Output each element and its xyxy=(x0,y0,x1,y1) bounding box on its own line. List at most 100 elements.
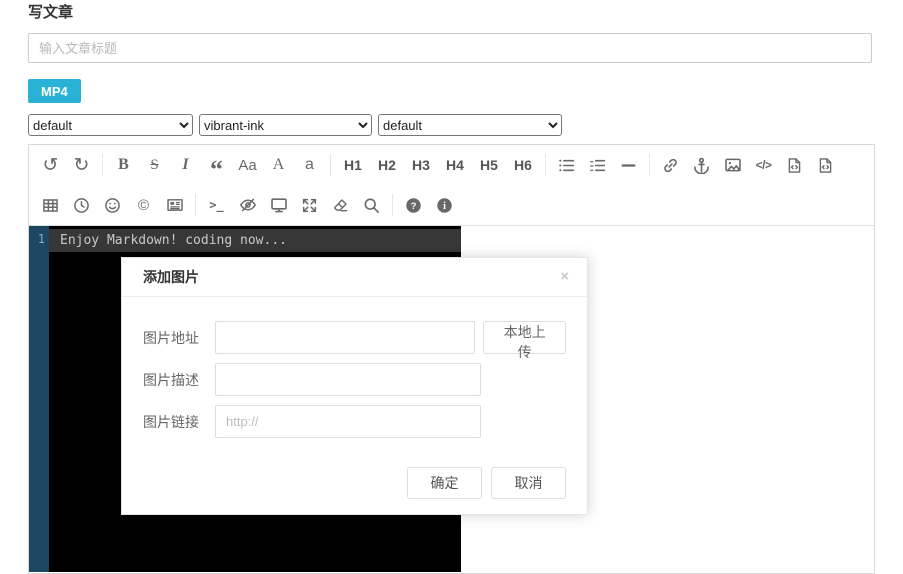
info-button[interactable]: i xyxy=(429,189,460,221)
undo-icon: ↺ xyxy=(43,156,59,175)
file-code-icon xyxy=(786,157,803,174)
image-link-row: 图片链接 xyxy=(143,405,566,438)
toolbar-row-1: ↺ ↻ B S I “ Aa A a H1 H2 H3 H4 H5 H6 xyxy=(29,145,874,185)
dialog-body: 图片地址 本地上传 图片描述 图片链接 xyxy=(122,297,587,438)
unordered-list-icon xyxy=(558,157,575,174)
ucwords-icon: Aa xyxy=(238,158,256,173)
line-number: 1 xyxy=(29,232,45,246)
preview-button[interactable] xyxy=(263,189,294,221)
h2-button[interactable]: H2 xyxy=(370,149,404,181)
code-block-button[interactable] xyxy=(810,149,841,181)
datetime-button[interactable] xyxy=(66,189,97,221)
uppercase-button[interactable]: A xyxy=(263,149,294,181)
anchor-button[interactable] xyxy=(686,149,717,181)
goto-line-button[interactable]: >_ xyxy=(201,189,232,221)
image-alt-input[interactable] xyxy=(215,363,481,396)
local-upload-button[interactable]: 本地上传 xyxy=(483,321,566,354)
help-circle-icon: ? xyxy=(405,197,422,214)
emoji-button[interactable] xyxy=(97,189,128,221)
h3-icon: H3 xyxy=(412,158,430,172)
editor-theme-select[interactable]: default xyxy=(28,114,193,136)
ordered-list-icon xyxy=(589,157,606,174)
horizontal-rule-button[interactable] xyxy=(613,149,644,181)
article-title-input[interactable] xyxy=(28,33,872,63)
h5-icon: H5 xyxy=(480,158,498,172)
fullscreen-button[interactable] xyxy=(294,189,325,221)
clock-icon xyxy=(73,197,90,214)
uppercase-icon: A xyxy=(273,157,285,173)
strikethrough-button[interactable]: S xyxy=(139,149,170,181)
help-button[interactable]: ? xyxy=(398,189,429,221)
h2-icon: H2 xyxy=(378,158,396,172)
image-url-label: 图片地址 xyxy=(143,328,215,348)
ucwords-button[interactable]: Aa xyxy=(232,149,263,181)
dialog-close-button[interactable]: × xyxy=(556,258,573,296)
preview-theme-select[interactable]: default xyxy=(378,114,562,136)
quote-button[interactable]: “ xyxy=(201,149,232,181)
toolbar-separator xyxy=(545,154,546,176)
dialog-header: 添加图片 × xyxy=(122,258,587,297)
undo-button[interactable]: ↺ xyxy=(35,149,66,181)
dialog-footer: 确定 取消 xyxy=(122,447,587,514)
add-image-dialog: 添加图片 × 图片地址 本地上传 图片描述 图片链接 确定 取消 xyxy=(121,257,588,515)
italic-button[interactable]: I xyxy=(170,149,201,181)
confirm-button[interactable]: 确定 xyxy=(407,467,482,499)
h3-button[interactable]: H3 xyxy=(404,149,438,181)
toolbar-row-2: © >_ xyxy=(29,185,874,225)
newspaper-icon xyxy=(166,196,184,214)
h1-button[interactable]: H1 xyxy=(336,149,370,181)
html-entities-button[interactable]: © xyxy=(128,189,159,221)
toolbar-separator xyxy=(330,154,331,176)
clear-button[interactable] xyxy=(325,189,356,221)
code-icon: </> xyxy=(756,159,772,171)
image-link-input[interactable] xyxy=(215,405,481,438)
cancel-button[interactable]: 取消 xyxy=(491,467,566,499)
ordered-list-button[interactable] xyxy=(582,149,613,181)
redo-icon: ↻ xyxy=(74,156,90,175)
horizontal-rule-icon xyxy=(620,157,637,174)
h5-button[interactable]: H5 xyxy=(472,149,506,181)
bold-button[interactable]: B xyxy=(108,149,139,181)
search-button[interactable] xyxy=(356,189,387,221)
active-code-line[interactable]: Enjoy Markdown! coding now... xyxy=(49,229,461,252)
image-icon xyxy=(724,156,742,174)
codemirror-theme-select[interactable]: vibrant-ink xyxy=(199,114,372,136)
table-button[interactable] xyxy=(35,189,66,221)
table-icon xyxy=(42,197,59,214)
bold-icon: B xyxy=(118,157,129,173)
code-button[interactable]: </> xyxy=(748,149,779,181)
toolbar-separator xyxy=(195,194,196,216)
toolbar-separator xyxy=(102,154,103,176)
strikethrough-icon: S xyxy=(150,158,158,173)
terminal-icon: >_ xyxy=(209,199,223,211)
image-url-input[interactable] xyxy=(215,321,475,354)
mp4-tag-button[interactable]: MP4 xyxy=(28,79,81,103)
h4-button[interactable]: H4 xyxy=(438,149,472,181)
info-circle-icon: i xyxy=(436,197,453,214)
svg-text:i: i xyxy=(443,200,446,211)
fullscreen-arrows-icon xyxy=(301,197,318,214)
unordered-list-button[interactable] xyxy=(551,149,582,181)
h6-icon: H6 xyxy=(514,158,532,172)
pagebreak-button[interactable] xyxy=(159,189,190,221)
quote-icon: “ xyxy=(210,157,223,170)
link-icon xyxy=(662,157,679,174)
preformatted-text-button[interactable] xyxy=(779,149,810,181)
dialog-title: 添加图片 xyxy=(143,269,199,285)
theme-select-row: default vibrant-ink default xyxy=(28,114,562,136)
italic-icon: I xyxy=(182,157,188,173)
watch-button[interactable] xyxy=(232,189,263,221)
toolbar-separator xyxy=(649,154,650,176)
search-icon xyxy=(363,197,380,214)
redo-button[interactable]: ↻ xyxy=(66,149,97,181)
link-button[interactable] xyxy=(655,149,686,181)
copyright-icon: © xyxy=(138,198,149,213)
lowercase-button[interactable]: a xyxy=(294,149,325,181)
smiley-icon xyxy=(104,197,121,214)
h6-button[interactable]: H6 xyxy=(506,149,540,181)
page-title: 写文章 xyxy=(28,1,73,22)
image-button[interactable] xyxy=(717,149,748,181)
line-number-gutter: 1 xyxy=(29,226,49,572)
monitor-icon xyxy=(270,196,288,214)
image-alt-label: 图片描述 xyxy=(143,370,215,390)
